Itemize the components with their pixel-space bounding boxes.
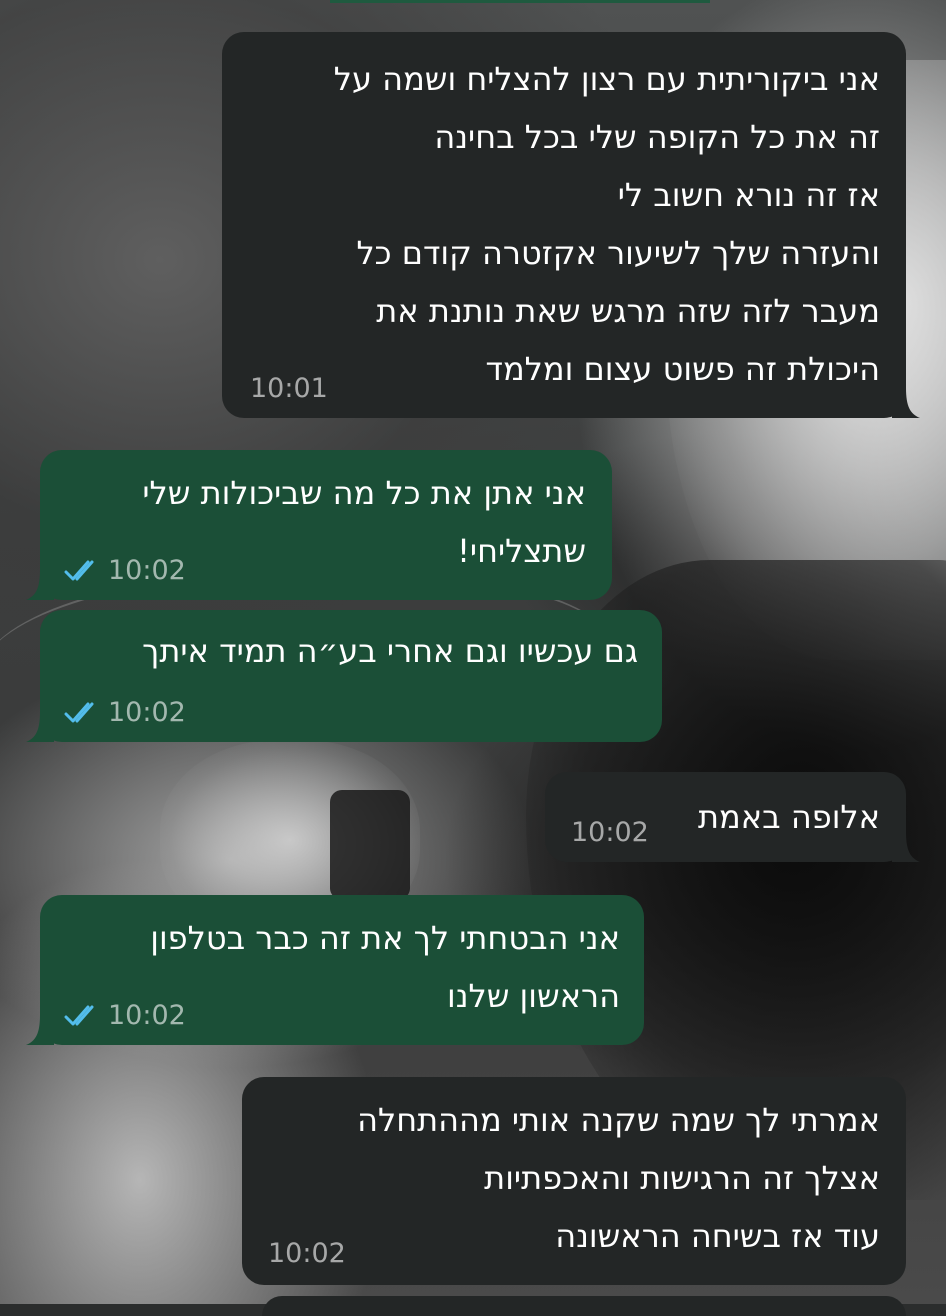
bubble-tail-icon — [26, 1015, 54, 1045]
message-text-line: אני הבטחתי לך את זה כבר בטלפון — [150, 919, 620, 957]
message-text-line: היכולת זה פשוט עצום ומלמד — [485, 350, 880, 388]
message-meta: 10:02 — [64, 556, 186, 586]
message-meta: 10:01 — [250, 374, 328, 404]
message-text-line: עוד אז בשיחה הראשונה — [555, 1217, 880, 1255]
message-text-line: אמרתי לך שמה שקנה אותי מההתחלה — [357, 1101, 880, 1139]
message-text-line: אצלך זה הרגישות והאכפתיות — [484, 1159, 880, 1197]
message-text-line: אני ביקוריתית עם רצון להצליח ושמה על — [333, 60, 880, 98]
next-bubble-edge — [262, 1296, 906, 1316]
bubble-tail-icon — [26, 712, 54, 742]
message-text-line: מעבר לזה שזה מרגש שאת נותנת את — [376, 292, 880, 330]
message-bubble-outgoing[interactable]: אני הבטחתי לך את זה כבר בטלפון הראשון של… — [26, 895, 644, 1045]
double-check-read-icon — [64, 560, 94, 581]
message-text-line: והעזרה שלך לשיעור אקזטרה קודם כל — [356, 234, 880, 272]
message-meta: 10:02 — [571, 818, 649, 848]
message-text-line: אז זה נורא חשוב לי — [617, 176, 880, 214]
message-text-line: אני אתן את כל מה שביכולות שלי — [142, 474, 586, 512]
message-time: 10:02 — [108, 555, 186, 586]
message-bubble-incoming[interactable]: אני ביקוריתית עם רצון להצליח ושמה על זה … — [222, 32, 920, 418]
bubble-tail-icon — [892, 832, 920, 862]
message-meta: 10:02 — [268, 1239, 346, 1269]
wallpaper-photo-bottle — [330, 790, 410, 900]
message-bubble-outgoing[interactable]: אני אתן את כל מה שביכולות שלי שתצליחי! 1… — [26, 450, 612, 600]
message-bubble-incoming[interactable]: אמרתי לך שמה שקנה אותי מההתחלה אצלך זה ה… — [242, 1077, 906, 1285]
message-text-line: גם עכשיו וגם אחרי בע״ה תמיד איתך — [142, 632, 638, 670]
message-time: 10:02 — [108, 697, 186, 728]
message-bubble-outgoing[interactable]: גם עכשיו וגם אחרי בע״ה תמיד איתך 10:02 — [26, 610, 662, 742]
message-text-line: זה את כל הקופה שלי בכל בחינה — [434, 118, 880, 156]
message-time: 10:02 — [108, 1000, 186, 1031]
bubble-tail-icon — [892, 388, 920, 418]
message-time: 10:01 — [250, 373, 328, 404]
message-time: 10:02 — [571, 817, 649, 848]
message-meta: 10:02 — [64, 698, 186, 728]
double-check-read-icon — [64, 702, 94, 723]
message-bubble-incoming[interactable]: אלופה באמת 10:02 — [545, 772, 920, 862]
previous-bubble-edge — [330, 0, 710, 3]
message-meta: 10:02 — [64, 1001, 186, 1031]
double-check-read-icon — [64, 1005, 94, 1026]
bubble-tail-icon — [26, 570, 54, 600]
message-time: 10:02 — [268, 1238, 346, 1269]
